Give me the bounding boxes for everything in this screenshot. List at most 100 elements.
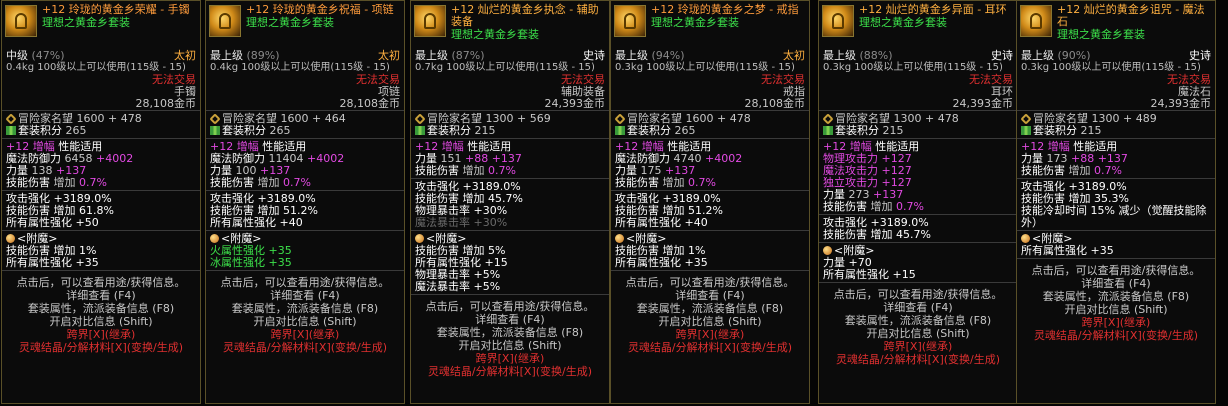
- level-requirement: 100级以上可以使用(115级 - 15): [241, 62, 390, 73]
- detail-hint[interactable]: 详细查看 (F4): [2, 289, 200, 302]
- enchant-row: 所有属性强化 +35: [6, 257, 196, 269]
- grade-percent: (90%): [1057, 49, 1091, 62]
- setpoints-value: 215: [1080, 124, 1102, 137]
- fame-icon: [822, 113, 834, 125]
- stat-row: 技能伤害 增加 0.7%: [1021, 165, 1211, 177]
- fame-section: 冒险家名望 1600 + 478 套装积分 265: [2, 110, 200, 138]
- stat-value: 增加: [462, 164, 485, 177]
- soul-crystal-hint[interactable]: 灵魂结晶/分解材料[X](变换/生成): [206, 341, 404, 354]
- item-icon[interactable]: [209, 5, 241, 37]
- enchant-stat-value: +15: [892, 268, 916, 281]
- weight: 0.4kg: [210, 62, 239, 73]
- item-tooltip: +12 灿烂的黄金乡诅咒 - 魔法石 理想之黄金乡套装 最上级 (90%) 史诗 0.3…: [1016, 0, 1216, 404]
- enchant-icon: [415, 234, 424, 243]
- soul-crystal-hint[interactable]: 灵魂结晶/分解材料[X](变换/生成): [1017, 329, 1215, 342]
- fame-section: 冒险家名望 1300 + 489 套装积分 215: [1017, 110, 1215, 138]
- stat-bonus: 0.7%: [688, 176, 716, 189]
- compare-hint[interactable]: 开启对比信息 (Shift): [411, 339, 609, 352]
- set-info-hint[interactable]: 套装属性，流派装备信息 (F8): [611, 302, 809, 315]
- cross-inherit-hint[interactable]: 跨界[X](继承): [411, 352, 609, 365]
- grade-group: 最上级 (87%): [415, 50, 485, 62]
- compare-hint[interactable]: 开启对比信息 (Shift): [611, 315, 809, 328]
- substats-section: 攻击强化 +3189.0% 技能伤害 增加 35.3% 技能冷却时间 15% 减少（…: [1017, 178, 1215, 230]
- set-points-icon: [210, 126, 220, 135]
- substats-section: 攻击强化 +3189.0% 技能伤害 增加 45.7%: [819, 214, 1017, 242]
- soul-crystal-hint[interactable]: 灵魂结晶/分解材料[X](变换/生成): [2, 341, 200, 354]
- substat-label: 所有属性强化: [6, 216, 72, 229]
- grade-row: 中级 (47%) 太初: [2, 50, 200, 62]
- compare-hint[interactable]: 开启对比信息 (Shift): [819, 327, 1017, 340]
- item-price: 24,393金币: [544, 97, 606, 110]
- setpoints-row: 套装积分 215: [415, 125, 605, 137]
- click-hint: 点击后，可以查看用途/获得信息。: [220, 276, 390, 289]
- grade-label: 最上级: [1021, 49, 1054, 62]
- fame-icon: [209, 113, 221, 125]
- cross-inherit-hint[interactable]: 跨界[X](继承): [819, 340, 1017, 353]
- substats-section: 攻击强化 +3189.0% 技能伤害 增加 45.7% 物理暴击率 +30% 魔法暴击…: [411, 178, 609, 230]
- cross-inherit-hint[interactable]: 跨界[X](继承): [206, 328, 404, 341]
- set-info-hint[interactable]: 套装属性，流派装备信息 (F8): [206, 302, 404, 315]
- detail-hint[interactable]: 详细查看 (F4): [611, 289, 809, 302]
- soul-crystal-hint[interactable]: 灵魂结晶/分解材料[X](变换/生成): [411, 365, 609, 378]
- detail-hint[interactable]: 详细查看 (F4): [206, 289, 404, 302]
- set-info-hint[interactable]: 套装属性，流派装备信息 (F8): [411, 326, 609, 339]
- substat-value: +30%: [473, 216, 508, 229]
- item-icon[interactable]: [1020, 5, 1052, 37]
- cross-inherit-hint[interactable]: 跨界[X](继承): [611, 328, 809, 341]
- stat-value: 增加: [870, 200, 893, 213]
- grade-row: 最上级 (88%) 史诗: [819, 50, 1017, 62]
- enchant-section: <附魔> 力量 +70 所有属性强化 +15: [819, 242, 1017, 282]
- weight: 0.3kg: [615, 62, 644, 73]
- not-tradable: 无法交易: [969, 73, 1013, 86]
- set-name: 理想之黄金乡套装: [651, 16, 739, 29]
- set-info-hint[interactable]: 套装属性，流派装备信息 (F8): [1017, 290, 1215, 303]
- set-info-hint[interactable]: 套装属性，流派装备信息 (F8): [819, 314, 1017, 327]
- weight: 0.4kg: [6, 62, 35, 73]
- fame-bonus: + 478: [108, 112, 142, 125]
- enchant-stat-value: +35: [684, 256, 708, 269]
- tooltip-header: +12 灿烂的黄金乡诅咒 - 魔法石 理想之黄金乡套装: [1017, 1, 1215, 50]
- set-points-icon: [6, 126, 16, 135]
- click-hint: 点击后，可以查看用途/获得信息。: [833, 288, 1003, 301]
- soul-crystal-hint[interactable]: 灵魂结晶/分解材料[X](变换/生成): [611, 341, 809, 354]
- fame-bonus: + 478: [925, 112, 959, 125]
- click-hint: 点击后，可以查看用途/获得信息。: [425, 300, 595, 313]
- setpoints-label: 套装积分: [18, 124, 62, 137]
- detail-hint[interactable]: 详细查看 (F4): [1017, 277, 1215, 290]
- item-icon[interactable]: [822, 5, 854, 37]
- fame-icon: [1020, 113, 1032, 125]
- set-points-icon: [415, 126, 425, 135]
- compare-hint[interactable]: 开启对比信息 (Shift): [1017, 303, 1215, 316]
- click-hint: 点击后，可以查看用途/获得信息。: [625, 276, 795, 289]
- enchant-stat-value: +5%: [473, 280, 501, 293]
- cross-inherit-hint[interactable]: 跨界[X](继承): [2, 328, 200, 341]
- stat-bonus: 0.7%: [283, 176, 311, 189]
- detail-hint[interactable]: 详细查看 (F4): [819, 301, 1017, 314]
- enchant-row: 所有属性强化 +35: [1021, 245, 1211, 257]
- set-name: 理想之黄金乡套装: [859, 16, 947, 29]
- compare-hint[interactable]: 开启对比信息 (Shift): [2, 315, 200, 328]
- enchant-icon: [6, 234, 15, 243]
- grade-label: 中级: [6, 49, 28, 62]
- fame-icon: [414, 113, 426, 125]
- fame-icon: [5, 113, 17, 125]
- item-icon[interactable]: [5, 5, 37, 37]
- tooltip-header: +12 玲珑的黄金乡荣耀 - 手镯 理想之黄金乡套装: [2, 1, 200, 50]
- stat-row: 技能伤害 增加 0.7%: [823, 201, 1013, 213]
- compare-hint[interactable]: 开启对比信息 (Shift): [206, 315, 404, 328]
- setpoints-value: 215: [882, 124, 904, 137]
- soul-crystal-hint[interactable]: 灵魂结晶/分解材料[X](变换/生成): [819, 353, 1017, 366]
- stat-label: 技能伤害: [6, 176, 50, 189]
- item-price: 28,108金币: [135, 97, 197, 110]
- item-icon[interactable]: [414, 5, 446, 37]
- stats-section: +12 增幅 性能适用 魔法防御力 6458 +4002 力量 138 +137 技能…: [2, 138, 200, 190]
- rarity-label: 史诗: [583, 49, 605, 62]
- setpoints-row: 套装积分 215: [823, 125, 1013, 137]
- enchant-stat-value: +35: [1090, 244, 1114, 257]
- item-icon[interactable]: [614, 5, 646, 37]
- set-info-hint[interactable]: 套装属性，流派装备信息 (F8): [2, 302, 200, 315]
- detail-hint[interactable]: 详细查看 (F4): [411, 313, 609, 326]
- substat-label: 技能伤害: [823, 228, 867, 241]
- cross-inherit-hint[interactable]: 跨界[X](继承): [1017, 316, 1215, 329]
- substats-section: 攻击强化 +3189.0% 技能伤害 增加 61.8% 所有属性强化 +50: [2, 190, 200, 230]
